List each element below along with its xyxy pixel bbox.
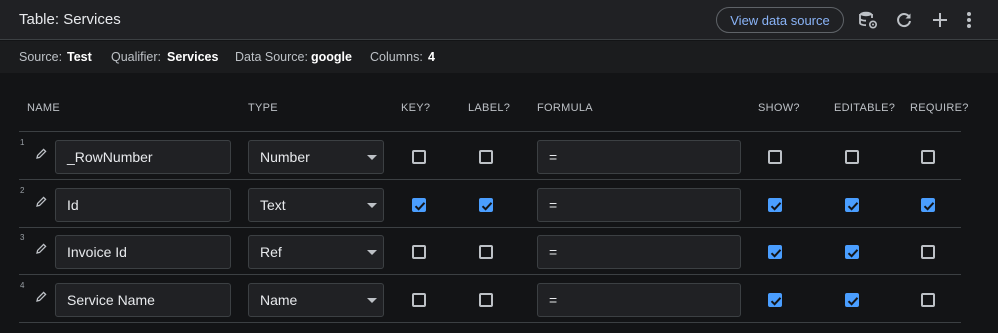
checkbox-label[interactable] (479, 198, 493, 212)
header-divider (19, 131, 961, 132)
checkbox-editable[interactable] (845, 150, 859, 164)
datasource-value: google (311, 50, 352, 64)
column-formula-field[interactable]: = (537, 188, 741, 222)
column-type-select[interactable]: Number (248, 140, 384, 174)
checkbox-require[interactable] (921, 150, 935, 164)
column-header-formula: FORMULA (537, 102, 593, 114)
column-type-value: Name (260, 292, 298, 308)
check-icon (923, 202, 935, 211)
caret-down-icon (367, 155, 377, 160)
column-name-field[interactable]: Id (55, 188, 231, 222)
row-divider (19, 179, 961, 180)
column-name-field[interactable]: Service Name (55, 283, 231, 317)
row-number: 3 (20, 233, 25, 242)
column-type-value: Number (260, 149, 310, 165)
column-type-select[interactable]: Name (248, 283, 384, 317)
checkbox-require[interactable] (921, 245, 935, 259)
column-header-label: LABEL? (468, 102, 511, 114)
checkbox-require[interactable] (921, 198, 935, 212)
column-type-value: Ref (260, 244, 282, 260)
qualifier-value: Services (167, 50, 219, 64)
column-header-editable: EDITABLE? (834, 102, 896, 114)
checkbox-label[interactable] (479, 245, 493, 259)
checkbox-show[interactable] (768, 293, 782, 307)
pencil-icon[interactable] (34, 195, 48, 209)
row-divider (19, 227, 961, 228)
checkbox-editable[interactable] (845, 198, 859, 212)
row-number: 2 (20, 186, 25, 195)
column-header-require: REQUIRE? (910, 102, 969, 114)
checkbox-editable[interactable] (845, 245, 859, 259)
checkbox-show[interactable] (768, 198, 782, 212)
row-divider (19, 274, 961, 275)
checkbox-show[interactable] (768, 245, 782, 259)
check-icon (847, 202, 859, 211)
source-label: Source: (19, 50, 63, 64)
checkbox-require[interactable] (921, 293, 935, 307)
qualifier-label: Qualifier: (111, 50, 162, 64)
checkbox-key[interactable] (412, 198, 426, 212)
checkbox-editable[interactable] (845, 293, 859, 307)
check-icon (847, 297, 859, 306)
check-icon (770, 297, 782, 306)
refresh-icon[interactable] (893, 9, 915, 31)
check-icon (847, 249, 859, 258)
column-type-select[interactable]: Ref (248, 235, 384, 269)
pencil-icon[interactable] (34, 242, 48, 256)
datasource-label: Data Source: (235, 50, 308, 64)
column-type-select[interactable]: Text (248, 188, 384, 222)
columns-label: Columns: (370, 50, 423, 64)
more-vert-icon[interactable] (958, 9, 980, 31)
caret-down-icon (367, 203, 377, 208)
checkbox-label[interactable] (479, 150, 493, 164)
caret-down-icon (367, 250, 377, 255)
column-formula-field[interactable]: = (537, 140, 741, 174)
check-icon (770, 249, 782, 258)
pencil-icon[interactable] (34, 147, 48, 161)
checkbox-key[interactable] (412, 245, 426, 259)
caret-down-icon (367, 298, 377, 303)
row-divider (19, 322, 961, 323)
row-number: 1 (20, 138, 25, 147)
view-data-source-button[interactable]: View data source (716, 7, 844, 33)
column-formula-field[interactable]: = (537, 283, 741, 317)
column-name-field[interactable]: _RowNumber (55, 140, 231, 174)
column-name-field[interactable]: Invoice Id (55, 235, 231, 269)
checkbox-label[interactable] (479, 293, 493, 307)
column-header-key: KEY? (401, 102, 431, 114)
table-meta: Source: Test Qualifier: Services Data So… (0, 41, 998, 73)
columns-value: 4 (428, 50, 435, 64)
column-type-value: Text (260, 197, 286, 213)
source-value: Test (67, 50, 92, 64)
checkbox-show[interactable] (768, 150, 782, 164)
column-header-show: SHOW? (758, 102, 800, 114)
check-icon (414, 202, 426, 211)
column-header-name: NAME (27, 102, 60, 114)
add-icon[interactable] (929, 9, 951, 31)
column-formula-field[interactable]: = (537, 235, 741, 269)
table-header: Table: Services View data source (0, 0, 998, 40)
checkbox-key[interactable] (412, 293, 426, 307)
page-title: Table: Services (19, 11, 121, 28)
pencil-icon[interactable] (34, 290, 48, 304)
database-settings-icon[interactable] (857, 9, 879, 31)
checkbox-key[interactable] (412, 150, 426, 164)
check-icon (481, 202, 493, 211)
check-icon (770, 202, 782, 211)
row-number: 4 (20, 281, 25, 290)
column-header-type: TYPE (248, 102, 278, 114)
